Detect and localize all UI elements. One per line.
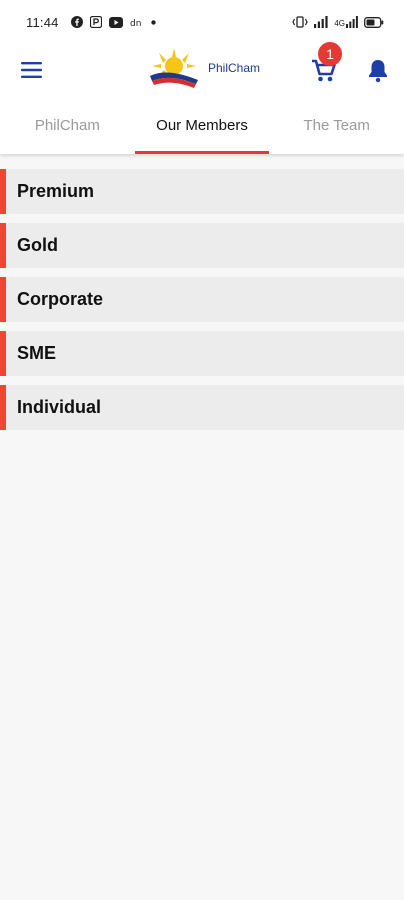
facebook-icon [70, 16, 83, 28]
sun-logo-icon [150, 48, 198, 88]
tab-our-members[interactable]: Our Members [134, 96, 270, 154]
tab-label: PhilCham [34, 116, 100, 134]
member-category-corporate[interactable]: Corporate [0, 277, 404, 322]
category-label: SME [17, 343, 57, 363]
member-category-sme[interactable]: SME [0, 331, 404, 376]
tab-the-team[interactable]: The Team [269, 96, 404, 154]
category-label: Individual [17, 397, 102, 417]
status-system-icons: 4G [292, 16, 384, 28]
member-category-list: Premium Gold Corporate SME Individual [0, 169, 404, 439]
app-bar: PhilCham 1 [0, 42, 404, 96]
data-network-label: 4G [334, 19, 345, 28]
cart-count-badge: 1 [318, 42, 342, 66]
svg-text:dn: dn [130, 19, 141, 27]
member-category-individual[interactable]: Individual [0, 385, 404, 430]
category-label: Corporate [17, 289, 104, 309]
vibrate-icon [292, 16, 308, 28]
logo-text: PhilCham [208, 61, 261, 75]
status-notification-icons: dn [70, 16, 156, 28]
p-icon [89, 16, 102, 28]
tab-bar: PhilCham Our Members The Team [0, 96, 404, 154]
bell-icon [369, 60, 387, 83]
category-label: Gold [17, 235, 58, 255]
tab-philcham[interactable]: PhilCham [0, 96, 135, 154]
notifications-button[interactable] [364, 56, 392, 84]
wifi-data-icon: 4G [334, 16, 358, 28]
hamburger-menu-icon [21, 62, 42, 78]
signal-icon [314, 16, 328, 28]
dot-icon [150, 19, 156, 25]
battery-icon [364, 16, 384, 28]
menu-button[interactable] [18, 58, 46, 82]
tab-label: The Team [303, 116, 370, 134]
youtube-icon [108, 16, 123, 28]
philcham-logo: PhilCham [146, 44, 266, 92]
d-icon: dn [130, 19, 141, 27]
status-bar: 11:44 dn 4G [0, 0, 404, 44]
member-category-gold[interactable]: Gold [0, 223, 404, 268]
status-time: 11:44 [26, 14, 59, 30]
tab-label: Our Members [156, 116, 248, 134]
category-label: Premium [17, 181, 95, 201]
member-category-premium[interactable]: Premium [0, 169, 404, 214]
